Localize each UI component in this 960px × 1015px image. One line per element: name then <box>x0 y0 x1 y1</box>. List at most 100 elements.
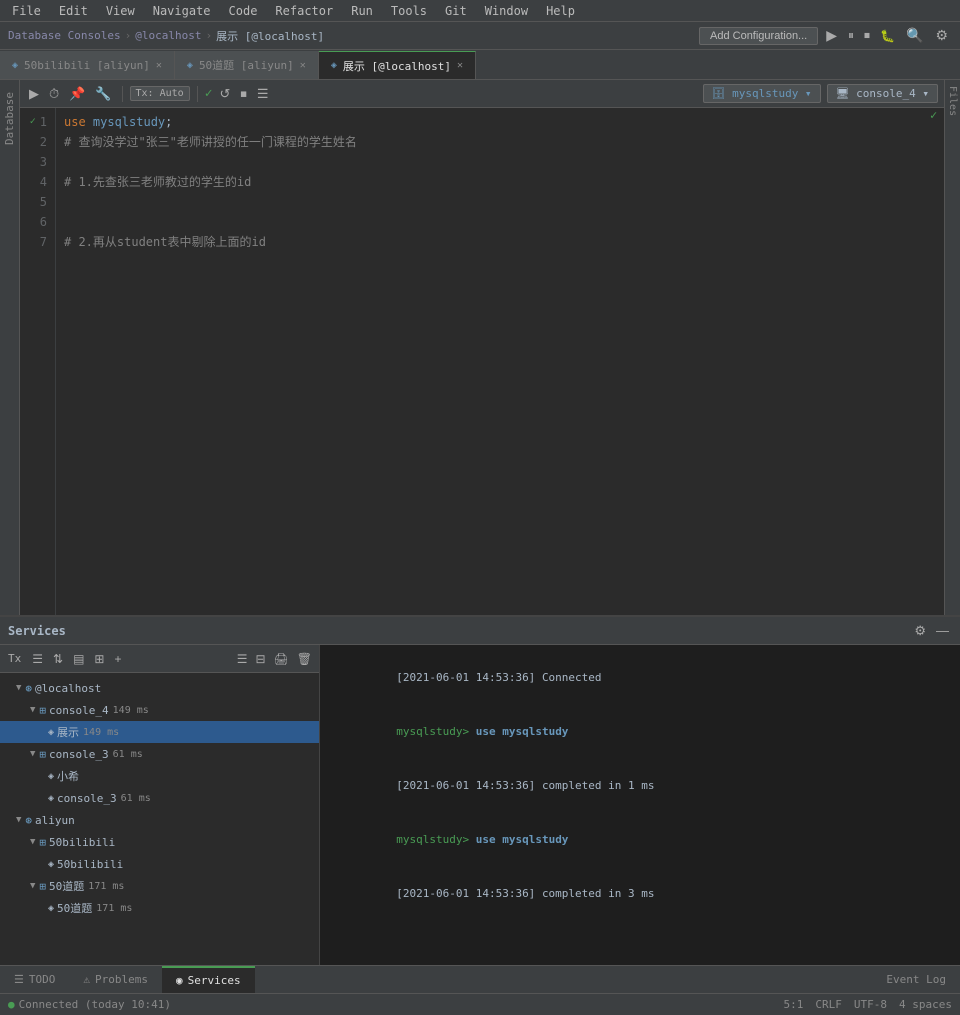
menu-file[interactable]: File <box>4 2 49 20</box>
toolbar-right: 🗄 mysqlstudy ▾ 🖥 console_4 ▾ <box>703 84 939 103</box>
line-num-5: 5 <box>20 192 47 212</box>
comment-2: # 查询没学过"张三"老师讲授的任一门课程的学生姓名 <box>64 132 357 152</box>
services-minimize-button[interactable]: — <box>933 623 952 639</box>
tree-item-console4[interactable]: ▼ ⊞ console_4 149 ms <box>0 699 319 721</box>
bottom-tab-todo[interactable]: ☰ TODO <box>0 966 69 994</box>
menu-tools[interactable]: Tools <box>383 2 435 20</box>
tree-tool-sort[interactable]: ⇅ <box>50 652 66 666</box>
run-history-button[interactable]: ⏱ <box>46 86 62 102</box>
console-completed-1: completed in 1 ms <box>542 779 655 792</box>
tab-50daoti[interactable]: ◈ 50道题 [aliyun] ✕ <box>175 51 319 79</box>
console-ts-2: [2021-06-01 14:53:36] <box>396 779 542 792</box>
services-settings-button[interactable]: ⚙ <box>911 623 929 639</box>
bottom-tab-services[interactable]: ◉ Services <box>162 966 255 994</box>
menu-refactor[interactable]: Refactor <box>267 2 341 20</box>
tree-ms-50daoti-c: 171 ms <box>96 903 132 914</box>
menu-help[interactable]: Help <box>538 2 583 20</box>
tree-label-50daoti: 50道题 <box>49 878 84 894</box>
debug-button[interactable]: 🐛 <box>877 29 898 43</box>
code-content[interactable]: use mysqlstudy; # 查询没学过"张三"老师讲授的任一门课程的学生… <box>56 108 928 615</box>
code-line-1: use mysqlstudy; <box>64 112 920 132</box>
menu-window[interactable]: Window <box>477 2 536 20</box>
tab-close-1[interactable]: ✕ <box>300 60 306 71</box>
menu-run[interactable]: Run <box>343 2 381 20</box>
console-line-5: [2021-06-01 14:53:36] completed in 3 ms <box>330 867 950 921</box>
tree-scroll-button[interactable]: ☰ <box>234 652 251 666</box>
tree-item-aliyun[interactable]: ▼ ⊛ aliyun <box>0 809 319 831</box>
services-icon: ◉ <box>176 974 183 987</box>
wrench-button[interactable]: 🔧 <box>92 86 114 102</box>
tabs-bar: ◈ 50bilibili [aliyun] ✕ ◈ 50道题 [aliyun] … <box>0 50 960 80</box>
console-prompt-1: mysqlstudy> <box>396 725 475 738</box>
line-num-2: 2 <box>20 132 47 152</box>
pause-button[interactable]: ⏸ <box>845 28 857 43</box>
menu-edit[interactable]: Edit <box>51 2 96 20</box>
breadcrumb-localhost[interactable]: @localhost <box>135 29 201 42</box>
tree-label-console3: console_3 <box>49 748 109 761</box>
run-button[interactable]: ▶ <box>822 27 841 44</box>
right-check-icon: ✓ <box>928 108 939 126</box>
tree-ms-console3: 61 ms <box>113 749 143 760</box>
console-line-2: mysqlstudy> use mysqlstudy <box>330 705 950 759</box>
bottom-tab-problems-label: Problems <box>95 973 148 986</box>
tab-close-0[interactable]: ✕ <box>156 60 162 71</box>
search-button[interactable]: 🔍 <box>902 27 927 44</box>
stop-query-button[interactable]: ⏹ <box>237 86 250 102</box>
run-query-button[interactable]: ▶ <box>26 86 42 102</box>
tree-item-50bilibili-parent[interactable]: ▼ ⊞ 50bilibili <box>0 831 319 853</box>
tab-zhanshi[interactable]: ◈ 展示 [@localhost] ✕ <box>319 51 476 79</box>
tree-label-xiaoxi: 小希 <box>57 768 79 784</box>
console-selector[interactable]: 🖥 console_4 ▾ <box>827 84 938 103</box>
tree-tool-list[interactable]: ☰ <box>29 652 46 666</box>
tree-item-50daoti-parent[interactable]: ▼ ⊞ 50道题 171 ms <box>0 875 319 897</box>
tree-delete-button[interactable]: 🗑 <box>294 652 315 666</box>
db-selector[interactable]: 🗄 mysqlstudy ▾ <box>703 84 821 103</box>
app-window: File Edit View Navigate Code Refactor Ru… <box>0 0 960 1015</box>
db-icon-console4: ⊞ <box>39 704 46 717</box>
tree-item-zhanshi[interactable]: ◈ 展示 149 ms <box>0 721 319 743</box>
breadcrumb-database-consoles[interactable]: Database Consoles <box>8 29 121 42</box>
code-editor[interactable]: ✓ 1 2 3 4 5 6 7 use mysqlstudy; # 查询没学过"… <box>20 108 944 615</box>
line-num-label-6: 6 <box>40 212 47 232</box>
tab-50bilibili[interactable]: ◈ 50bilibili [aliyun] ✕ <box>0 51 175 79</box>
console-cmd-2: use mysqlstudy <box>476 833 569 846</box>
bottom-tab-problems[interactable]: ⚠ Problems <box>69 966 162 994</box>
add-configuration-button[interactable]: Add Configuration... <box>699 27 818 45</box>
tree-tool-add[interactable]: + <box>111 652 124 666</box>
todo-icon: ☰ <box>14 973 24 986</box>
breadcrumb-sep-2: › <box>205 29 212 42</box>
tree-item-50daoti-child[interactable]: ◈ 50道题 171 ms <box>0 897 319 919</box>
menu-code[interactable]: Code <box>221 2 266 20</box>
stop-button[interactable]: ⏹ <box>861 28 873 43</box>
pin-button[interactable]: 📌 <box>66 86 88 102</box>
tab-close-2[interactable]: ✕ <box>457 60 463 71</box>
tx-badge[interactable]: Tx: Auto <box>130 86 190 101</box>
tree-print-button[interactable]: 🖨 <box>271 652 292 666</box>
services-tree: Tx ☰ ⇅ ▤ ⊞ + ☰ ⊟ 🖨 🗑 ▼ <box>0 645 320 965</box>
line-numbers: ✓ 1 2 3 4 5 6 7 <box>20 108 56 615</box>
tree-item-console3b[interactable]: ◈ console_3 61 ms <box>0 787 319 809</box>
db-icon-console3: ⊞ <box>39 748 46 761</box>
console-line-3: [2021-06-01 14:53:36] completed in 1 ms <box>330 759 950 813</box>
line-num-label-2: 2 <box>40 132 47 152</box>
tree-item-localhost[interactable]: ▼ ⊛ @localhost <box>0 677 319 699</box>
format-button[interactable]: ☰ <box>254 86 272 102</box>
event-log-tab[interactable]: Event Log <box>872 966 960 994</box>
tree-item-xiaoxi[interactable]: ◈ 小希 <box>0 765 319 787</box>
console-cmd-1: use mysqlstudy <box>476 725 569 738</box>
tree-item-console3[interactable]: ▼ ⊞ console_3 61 ms <box>0 743 319 765</box>
menu-view[interactable]: View <box>98 2 143 20</box>
settings-button[interactable]: ⚙ <box>931 27 952 44</box>
tx-label: Tx <box>4 652 25 665</box>
menu-git[interactable]: Git <box>437 2 475 20</box>
db-icon-aliyun: ⊛ <box>25 814 32 827</box>
menu-navigate[interactable]: Navigate <box>145 2 219 20</box>
tree-item-50bilibili-child[interactable]: ◈ 50bilibili <box>0 853 319 875</box>
tree-tool-db[interactable]: ▤ <box>70 652 87 666</box>
editor-section: Database ▶ ⏱ 📌 🔧 Tx: Auto ✓ ↺ ⏹ ☰ <box>0 80 960 615</box>
identifier-mysqlstudy: mysqlstudy <box>93 112 165 132</box>
tree-table-button[interactable]: ⊟ <box>252 652 268 666</box>
tree-tool-panel[interactable]: ⊞ <box>91 652 107 666</box>
arrow-console4: ▼ <box>30 705 35 715</box>
rollback-button[interactable]: ↺ <box>217 86 234 102</box>
